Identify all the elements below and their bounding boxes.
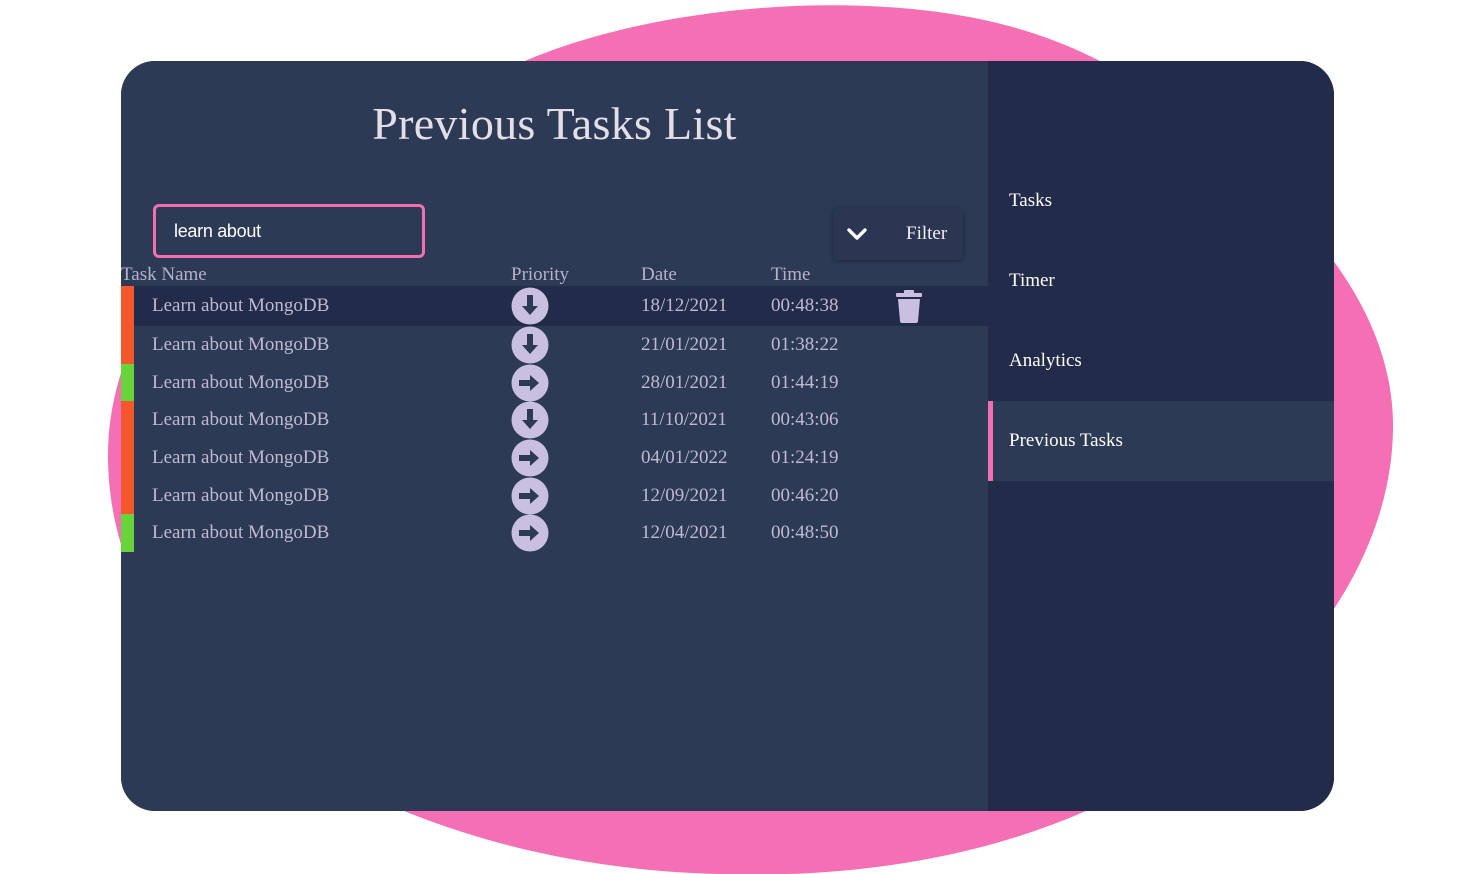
priority-color-bar <box>121 326 134 364</box>
sidebar-item-tasks[interactable]: Tasks <box>988 161 1334 241</box>
task-name: Learn about MongoDB <box>152 446 330 468</box>
arrow-down-circle-icon <box>511 326 549 364</box>
priority-color-bar <box>121 401 134 440</box>
arrow-right-circle-icon <box>511 477 549 515</box>
sidebar-item-label: Analytics <box>1009 350 1082 371</box>
task-time: 00:48:50 <box>771 522 839 544</box>
task-date: 04/01/2022 <box>641 446 728 468</box>
column-header-task-name: Task Name <box>121 264 207 285</box>
app-window: Previous Tasks List Filter Task Name Pri… <box>121 61 1334 811</box>
task-date: 18/12/2021 <box>641 295 728 316</box>
priority-color-bar <box>121 363 134 402</box>
sidebar-item-analytics[interactable]: Analytics <box>988 321 1334 401</box>
page-title: Previous Tasks List <box>372 98 737 149</box>
main-panel: Previous Tasks List Filter Task Name Pri… <box>121 61 988 811</box>
task-name: Learn about MongoDB <box>152 371 330 393</box>
task-time: 01:44:19 <box>771 371 839 393</box>
table-row[interactable]: Learn about MongoDB 18/12/2021 00:48:38 <box>121 286 988 326</box>
table-row[interactable]: Learn about MongoDB 28/01/2021 01:44:19 <box>121 363 988 402</box>
sidebar: Tasks Timer Analytics Previous Tasks <box>988 61 1334 811</box>
priority-color-bar <box>121 476 134 515</box>
column-header-priority: Priority <box>511 264 570 285</box>
sidebar-item-previous-tasks[interactable]: Previous Tasks <box>988 401 1334 481</box>
table-row[interactable]: Learn about MongoDB 21/01/2021 01:38:22 <box>121 326 988 364</box>
arrow-down-circle-icon <box>511 287 549 325</box>
arrow-right-circle-icon <box>511 514 549 552</box>
table-row[interactable]: Learn about MongoDB 12/09/2021 00:46:20 <box>121 476 988 515</box>
filter-label: Filter <box>906 223 948 244</box>
task-name: Learn about MongoDB <box>152 409 330 431</box>
arrow-right-circle-icon <box>511 364 549 402</box>
chevron-down-icon <box>847 228 867 240</box>
arrow-down-circle-icon <box>511 401 549 439</box>
search-input[interactable] <box>156 219 416 243</box>
priority-color-bar <box>121 514 134 553</box>
sidebar-item-label: Timer <box>1009 270 1055 291</box>
task-date: 11/10/2021 <box>641 409 727 431</box>
trash-icon[interactable] <box>895 289 923 323</box>
table-header: Task Name Priority Date Time <box>121 264 988 286</box>
task-date: 28/01/2021 <box>641 371 728 393</box>
priority-color-bar <box>121 439 134 477</box>
task-table: Learn about MongoDB 18/12/2021 00:48:38 … <box>121 286 988 553</box>
filter-button[interactable]: Filter <box>833 208 963 260</box>
column-header-time: Time <box>771 264 811 285</box>
sidebar-item-timer[interactable]: Timer <box>988 241 1334 321</box>
task-date: 12/09/2021 <box>641 484 728 506</box>
table-row[interactable]: Learn about MongoDB 12/04/2021 00:48:50 <box>121 514 988 553</box>
task-time: 01:24:19 <box>771 446 839 468</box>
table-row[interactable]: Learn about MongoDB 04/01/2022 01:24:19 <box>121 439 988 477</box>
search-field[interactable] <box>153 204 425 258</box>
task-time: 00:46:20 <box>771 484 839 506</box>
sidebar-item-label: Previous Tasks <box>1009 430 1123 451</box>
task-time: 00:48:38 <box>771 295 839 316</box>
column-header-date: Date <box>641 264 677 285</box>
task-time: 00:43:06 <box>771 409 839 431</box>
table-row[interactable]: Learn about MongoDB 11/10/2021 00:43:06 <box>121 401 988 440</box>
task-date: 12/04/2021 <box>641 522 728 544</box>
task-name: Learn about MongoDB <box>152 484 330 506</box>
task-name: Learn about MongoDB <box>152 333 330 355</box>
task-date: 21/01/2021 <box>641 333 728 355</box>
task-name: Learn about MongoDB <box>152 522 330 544</box>
task-name: Learn about MongoDB <box>152 295 330 316</box>
sidebar-item-label: Tasks <box>1009 190 1053 211</box>
task-time: 01:38:22 <box>771 333 839 355</box>
priority-color-bar <box>121 286 134 326</box>
arrow-right-circle-icon <box>511 439 549 477</box>
